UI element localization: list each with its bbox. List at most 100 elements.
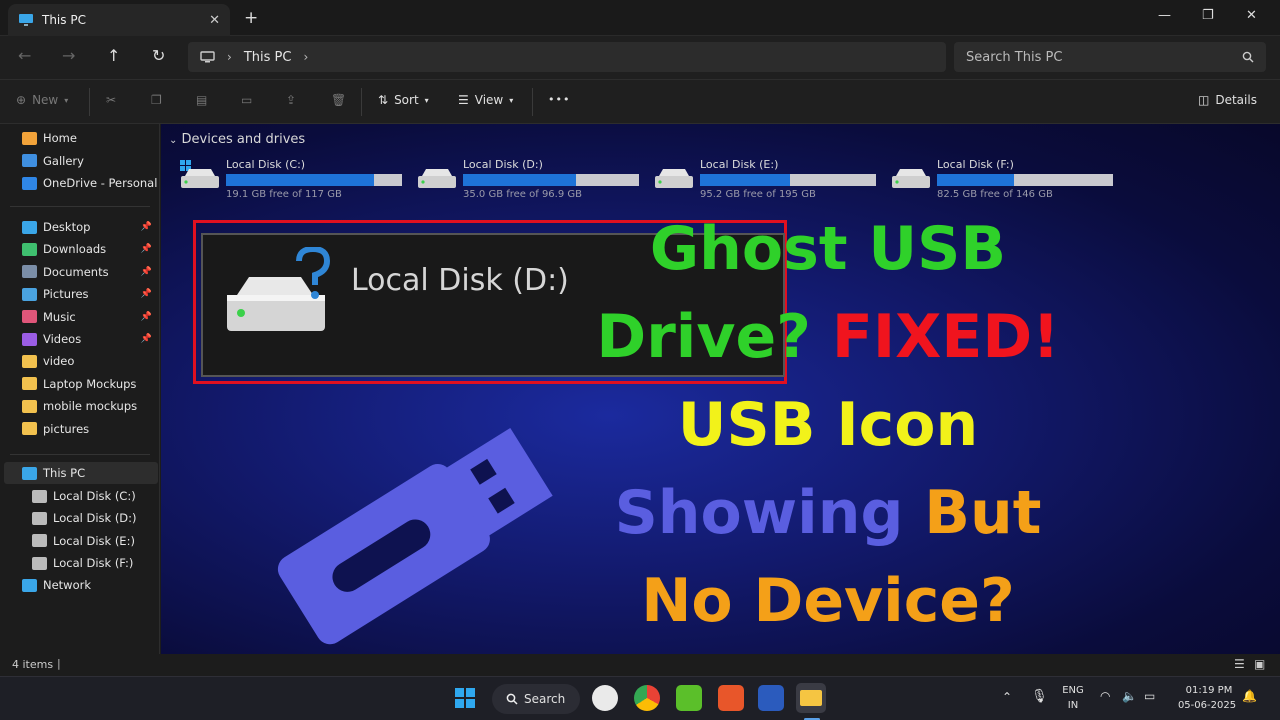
sidebar-item-label: Music: [43, 309, 76, 324]
sidebar-item-label: Gallery: [43, 153, 84, 168]
share-icon[interactable]: ⇪: [286, 93, 296, 107]
microphone-icon[interactable]: 🎙: [1031, 689, 1048, 704]
new-tab-button[interactable]: +: [244, 8, 258, 28]
file-explorer-app-icon[interactable]: [796, 683, 826, 713]
drive-tile[interactable]: Local Disk (D:) 35.0 GB free of 96.9 GB: [416, 156, 646, 200]
language-bottom[interactable]: IN: [1061, 700, 1085, 711]
drive-tile[interactable]: Local Disk (C:) 19.1 GB free of 117 GB: [179, 156, 409, 200]
sidebar-item-label: Network: [43, 578, 92, 592]
taskbar-search-button[interactable]: Search: [492, 684, 580, 714]
sidebar-item[interactable]: Desktop 📌: [0, 216, 158, 238]
drive-usage-fill: [463, 174, 576, 186]
volume-icon[interactable]: 🔈: [1122, 689, 1137, 703]
wifi-icon[interactable]: ◠: [1100, 689, 1110, 703]
clock-date[interactable]: 05-06-2025: [1174, 700, 1240, 711]
battery-icon[interactable]: ▭: [1144, 689, 1155, 703]
drive-name: Local Disk (F:): [937, 158, 1014, 171]
new-button[interactable]: ⊕ New ▾: [16, 93, 68, 107]
search-icon: [1242, 51, 1254, 63]
drive-tile[interactable]: Local Disk (F:) 82.5 GB free of 146 GB: [890, 156, 1120, 200]
sidebar-item-label: Desktop: [43, 220, 91, 234]
headline-but: But: [924, 478, 1042, 548]
breadcrumb-chevron-icon[interactable]: ›: [303, 50, 308, 64]
sidebar-item[interactable]: mobile mockups: [0, 395, 158, 417]
back-arrow-icon[interactable]: ←: [18, 46, 31, 65]
delete-icon[interactable]: 🗑: [331, 93, 346, 107]
sidebar-item-label: Videos: [43, 332, 82, 346]
word-app-icon[interactable]: [758, 685, 784, 711]
sidebar-item[interactable]: Documents 📌: [0, 261, 158, 283]
pin-icon[interactable]: 📌: [141, 289, 152, 299]
sort-button[interactable]: ⇅ Sort ▾: [378, 93, 429, 107]
toolbar-divider: [89, 88, 90, 116]
sidebar-item[interactable]: Local Disk (C:): [0, 485, 158, 507]
chatgpt-app-icon[interactable]: [592, 685, 618, 711]
headline-usb-icon: USB Icon: [677, 390, 979, 460]
more-options-button[interactable]: •••: [548, 93, 570, 106]
sidebar-item-label: video: [43, 354, 75, 369]
camtasia-red-app-icon[interactable]: [718, 685, 744, 711]
folder-icon: [22, 399, 37, 413]
sidebar-item[interactable]: Pictures 📌: [0, 283, 158, 305]
sidebar-item[interactable]: video: [0, 350, 158, 372]
sidebar-item[interactable]: Local Disk (E:): [0, 530, 158, 552]
sidebar-item[interactable]: Downloads 📌: [0, 238, 158, 260]
sidebar-item[interactable]: pictures: [0, 418, 158, 440]
show-hidden-icons-chevron[interactable]: ⌃: [1002, 690, 1012, 704]
close-tab-icon[interactable]: ✕: [209, 13, 220, 28]
pin-icon[interactable]: 📌: [141, 222, 152, 232]
sidebar-item[interactable]: Laptop Mockups: [0, 373, 158, 395]
headline-ghost-usb: Ghost USB: [649, 214, 1007, 284]
details-button[interactable]: ◫ Details: [1198, 93, 1257, 107]
sidebar-item[interactable]: Videos 📌: [0, 328, 158, 350]
tab-this-pc[interactable]: This PC ✕: [8, 4, 230, 36]
paste-icon[interactable]: ▤: [196, 93, 207, 107]
sidebar-item[interactable]: Local Disk (F:): [0, 552, 158, 574]
devices-section-header[interactable]: ⌄ Devices and drives: [169, 132, 305, 147]
view-button[interactable]: ☰ View ▾: [458, 93, 513, 107]
folder-icon: [800, 690, 822, 706]
search-input[interactable]: Search This PC: [954, 42, 1266, 72]
sort-icon: ⇅: [378, 93, 389, 107]
tiles-view-icon[interactable]: ▣: [1254, 657, 1265, 671]
sidebar-item[interactable]: Gallery: [0, 150, 158, 172]
sidebar-item-network[interactable]: Network: [0, 574, 158, 596]
sidebar-item-label: Downloads: [43, 242, 107, 257]
notification-bell-icon[interactable]: 🔔: [1242, 689, 1257, 703]
sidebar-item-label: Local Disk (E:): [53, 533, 135, 548]
clock-time[interactable]: 01:19 PM: [1178, 685, 1240, 696]
plus-circle-icon: ⊕: [16, 93, 27, 107]
windows-start-icon[interactable]: [454, 687, 476, 709]
pin-icon[interactable]: 📌: [141, 267, 152, 277]
maximize-button[interactable]: ❐: [1202, 8, 1214, 23]
sidebar-item[interactable]: Home: [0, 127, 158, 149]
sidebar-item[interactable]: Local Disk (D:): [0, 507, 158, 529]
copy-icon[interactable]: ❐: [151, 93, 162, 107]
pin-icon[interactable]: 📌: [141, 244, 152, 254]
drive-tile[interactable]: Local Disk (E:) 95.2 GB free of 195 GB: [653, 156, 883, 200]
address-bar[interactable]: › This PC ›: [188, 42, 946, 72]
command-toolbar: ⊕ New ▾ ✂ ❐ ▤ ▭ ⇪ 🗑 ⇅ Sort ▾ ☰ View ▾ ••…: [0, 80, 1280, 196]
refresh-icon[interactable]: ↻: [152, 46, 165, 65]
details-view-icon[interactable]: ☰: [1234, 657, 1245, 671]
sidebar-item[interactable]: OneDrive - Personal: [0, 172, 158, 194]
minimize-button[interactable]: —: [1158, 8, 1171, 23]
camtasia-green-app-icon[interactable]: [676, 685, 702, 711]
section-title: Devices and drives: [181, 132, 306, 147]
forward-arrow-icon[interactable]: →: [62, 46, 75, 65]
this-pc-icon: [19, 14, 33, 26]
chrome-app-icon[interactable]: [634, 685, 660, 711]
sidebar-item[interactable]: Music 📌: [0, 306, 158, 328]
rename-icon[interactable]: ▭: [241, 93, 252, 107]
cut-icon[interactable]: ✂: [106, 93, 116, 107]
headline-line-1: Ghost USB: [378, 214, 1278, 284]
close-window-button[interactable]: ✕: [1246, 8, 1257, 23]
up-arrow-icon[interactable]: ↑: [107, 46, 120, 65]
pin-icon[interactable]: 📌: [141, 334, 152, 344]
breadcrumb[interactable]: This PC: [244, 50, 292, 65]
item-count: 4 items: [12, 658, 54, 671]
pin-icon[interactable]: 📌: [141, 312, 152, 322]
tab-title: This PC: [42, 13, 86, 27]
language-top[interactable]: ENG: [1061, 685, 1085, 696]
sidebar-item-this-pc[interactable]: This PC: [4, 462, 158, 484]
